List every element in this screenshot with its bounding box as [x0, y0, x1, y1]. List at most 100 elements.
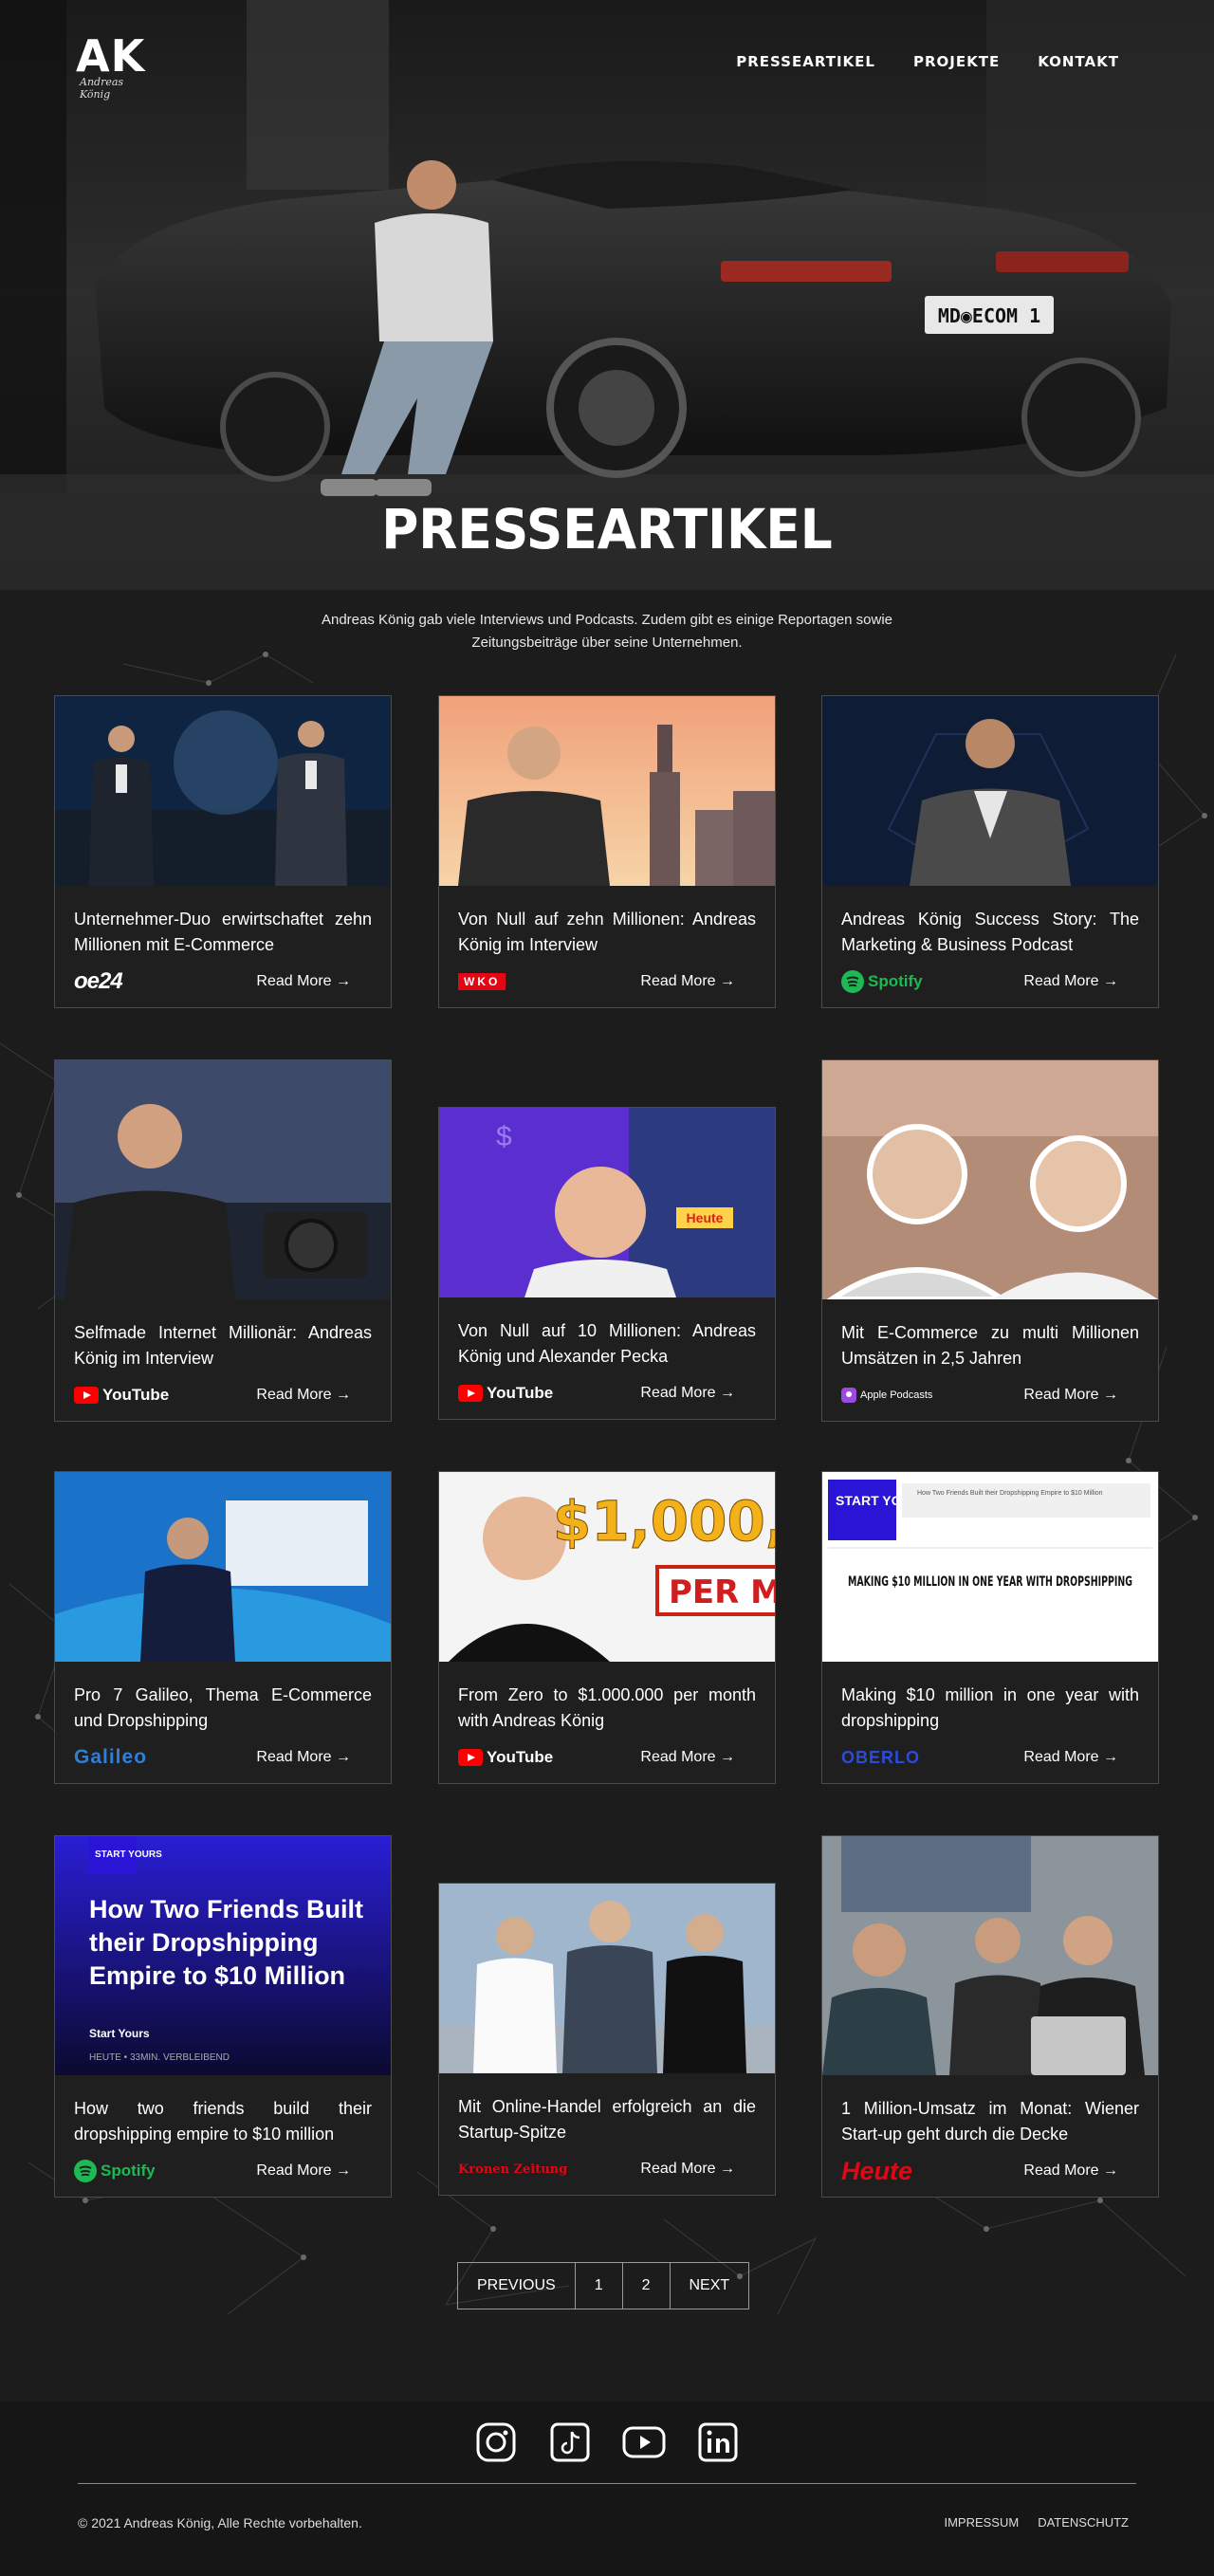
read-more-link[interactable]: Read More →	[256, 1749, 351, 1766]
youtube-icon	[74, 1387, 99, 1404]
article-title: Von Null auf 10 Millionen: Andreas König…	[458, 1321, 756, 1366]
article-card[interactable]: Andreas König Success Story: The Marketi…	[821, 695, 1159, 1008]
instagram-icon[interactable]	[474, 2420, 518, 2464]
heute-logo: Heute	[841, 2156, 913, 2185]
social-links	[0, 2420, 1214, 2464]
heute-badge: Heute	[687, 1210, 724, 1225]
previous-button[interactable]: PREVIOUS	[458, 2263, 576, 2309]
site-logo[interactable]: AK Andreas König	[76, 30, 152, 101]
episode-meta: HEUTE • 33MIN. VERBLEIBEND	[89, 2052, 230, 2063]
article-title: Andreas König Success Story: The Marketi…	[841, 910, 1139, 954]
youtube-icon[interactable]	[622, 2420, 666, 2464]
article-title: From Zero to $1.000.000 per month with A…	[458, 1685, 756, 1730]
article-thumbnail	[822, 1060, 1158, 1299]
show-name: Start Yours	[89, 2027, 150, 2040]
episode-title: How Two Friends Built their Dropshipping…	[917, 1490, 1103, 1497]
impressum-link[interactable]: IMPRESSUM	[944, 2515, 1019, 2530]
article-thumbnail	[439, 696, 775, 886]
page-2-button[interactable]: 2	[623, 2263, 671, 2309]
site-footer: © 2021 Andreas König, Alle Rechte vorbeh…	[0, 2401, 1214, 2576]
article-title: Unternehmer-Duo erwirtschaftet zehn Mill…	[74, 910, 372, 954]
read-more-link[interactable]: Read More →	[640, 973, 735, 990]
next-button[interactable]: NEXT	[671, 2263, 749, 2309]
nav-presseartikel[interactable]: PRESSEARTIKEL	[736, 53, 875, 70]
article-thumbnail	[822, 696, 1158, 886]
spotify-icon	[841, 970, 864, 993]
article-title: Von Null auf zehn Millionen: Andreas Kön…	[458, 910, 756, 954]
footer-divider	[78, 2483, 1136, 2484]
read-more-link[interactable]: Read More →	[640, 2161, 735, 2178]
article-title: Selfmade Internet Millionär: Andreas Kön…	[74, 1323, 372, 1368]
logo-text: AK	[76, 30, 146, 82]
article-thumbnail: $1,000,00 PER MON	[439, 1472, 775, 1662]
article-title: Mit Online-Handel erfolgreich an die Sta…	[458, 2097, 756, 2142]
nav-kontakt[interactable]: KONTAKT	[1038, 53, 1119, 70]
copyright-text: © 2021 Andreas König, Alle Rechte vorbeh…	[78, 2515, 362, 2530]
footer-links: IMPRESSUM DATENSCHUTZ	[944, 2515, 1129, 2530]
article-thumbnail	[55, 1472, 391, 1662]
spotify-logo: Spotify	[841, 970, 923, 993]
article-card[interactable]: START YOURS How Two Friends Built their …	[821, 1471, 1159, 1784]
read-more-link[interactable]: Read More →	[1023, 1387, 1118, 1404]
thumbnail-headline: MAKING $10 MILLION IN ONE YEAR WITH DROP…	[848, 1574, 1132, 1590]
intro-text: Andreas König gab viele Interviews und P…	[321, 612, 893, 651]
article-thumbnail: $ Heute	[439, 1108, 775, 1297]
article-thumbnail: START YOURS How Two Friends Built their …	[55, 1836, 391, 2075]
page-1-button[interactable]: 1	[576, 2263, 623, 2309]
svg-text:$: $	[496, 1121, 512, 1152]
article-thumbnail	[55, 696, 391, 886]
youtube-logo: YouTube	[74, 1386, 169, 1405]
apple-podcasts-icon	[841, 1388, 856, 1403]
article-card[interactable]: $ Heute Von Null auf 10 Millionen: Andre…	[438, 1107, 776, 1420]
thumbnail-text: $1,000,00	[553, 1489, 775, 1554]
youtube-icon	[458, 1749, 483, 1766]
thumbnail-subtext: PER MON	[669, 1573, 775, 1611]
start-yours-brand: START YOURS	[95, 1849, 162, 1860]
read-more-link[interactable]: Read More →	[1023, 973, 1118, 990]
read-more-link[interactable]: Read More →	[1023, 2162, 1118, 2180]
license-plate: MD◉ECOM 1	[938, 304, 1040, 327]
spotify-icon	[74, 2160, 97, 2182]
pagination: PREVIOUS 1 2 NEXT	[457, 2262, 750, 2309]
tiktok-icon[interactable]	[548, 2420, 592, 2464]
oberlo-logo: OBERLO	[841, 1747, 921, 1767]
datenschutz-link[interactable]: DATENSCHUTZ	[1038, 2515, 1129, 2530]
spotify-logo: Spotify	[74, 2160, 156, 2182]
article-card[interactable]: 1 Million-Umsatz im Monat: Wiener Start-…	[821, 1835, 1159, 2198]
article-card[interactable]: Unternehmer-Duo erwirtschaftet zehn Mill…	[54, 695, 392, 1008]
oe24-logo: oe24	[74, 968, 123, 994]
article-card[interactable]: START YOURS How Two Friends Built their …	[54, 1835, 392, 2198]
apple-podcasts-logo: Apple Podcasts	[841, 1388, 932, 1403]
youtube-logo: YouTube	[458, 1384, 553, 1403]
article-card[interactable]: Von Null auf zehn Millionen: Andreas Kön…	[438, 695, 776, 1008]
article-card[interactable]: Mit Online-Handel erfolgreich an die Sta…	[438, 1883, 776, 2196]
read-more-link[interactable]: Read More →	[256, 973, 351, 990]
article-card[interactable]: Mit E-Commerce zu multi Millionen Umsätz…	[821, 1059, 1159, 1422]
main-nav: PRESSEARTIKEL PROJEKTE KONTAKT	[736, 53, 1119, 70]
article-title: 1 Million-Umsatz im Monat: Wiener Start-…	[841, 2099, 1139, 2144]
article-title: How two friends build their dropshipping…	[74, 2099, 372, 2144]
nav-projekte[interactable]: PROJEKTE	[913, 53, 1000, 70]
youtube-logo: YouTube	[458, 1748, 553, 1767]
article-title: Pro 7 Galileo, Thema E-Commerce und Drop…	[74, 1685, 372, 1730]
krone-logo: Kronen Zeitung	[458, 2162, 568, 2177]
article-title: Mit E-Commerce zu multi Millionen Umsätz…	[841, 1323, 1139, 1368]
article-thumbnail: START YOURS How Two Friends Built their …	[822, 1472, 1158, 1662]
linkedin-icon[interactable]	[696, 2420, 740, 2464]
article-card[interactable]: Pro 7 Galileo, Thema E-Commerce und Drop…	[54, 1471, 392, 1784]
read-more-link[interactable]: Read More →	[256, 1387, 351, 1404]
article-title: Making $10 million in one year with drop…	[841, 1685, 1139, 1730]
article-thumbnail	[439, 1884, 775, 2073]
article-card[interactable]: Selfmade Internet Millionär: Andreas Kön…	[54, 1059, 392, 1422]
read-more-link[interactable]: Read More →	[640, 1385, 735, 1402]
youtube-icon	[458, 1385, 483, 1402]
article-thumbnail	[55, 1060, 391, 1299]
article-card[interactable]: $1,000,00 PER MON From Zero to $1.000.00…	[438, 1471, 776, 1784]
thumbnail-headline: How Two Friends Built their Dropshipping…	[89, 1895, 363, 1990]
wko-logo: WKO	[458, 973, 506, 990]
read-more-link[interactable]: Read More →	[256, 2162, 351, 2180]
read-more-link[interactable]: Read More →	[640, 1749, 735, 1766]
galileo-logo: Galileo	[74, 1746, 148, 1768]
read-more-link[interactable]: Read More →	[1023, 1749, 1118, 1766]
page-title: PRESSEARTIKEL	[381, 497, 833, 561]
